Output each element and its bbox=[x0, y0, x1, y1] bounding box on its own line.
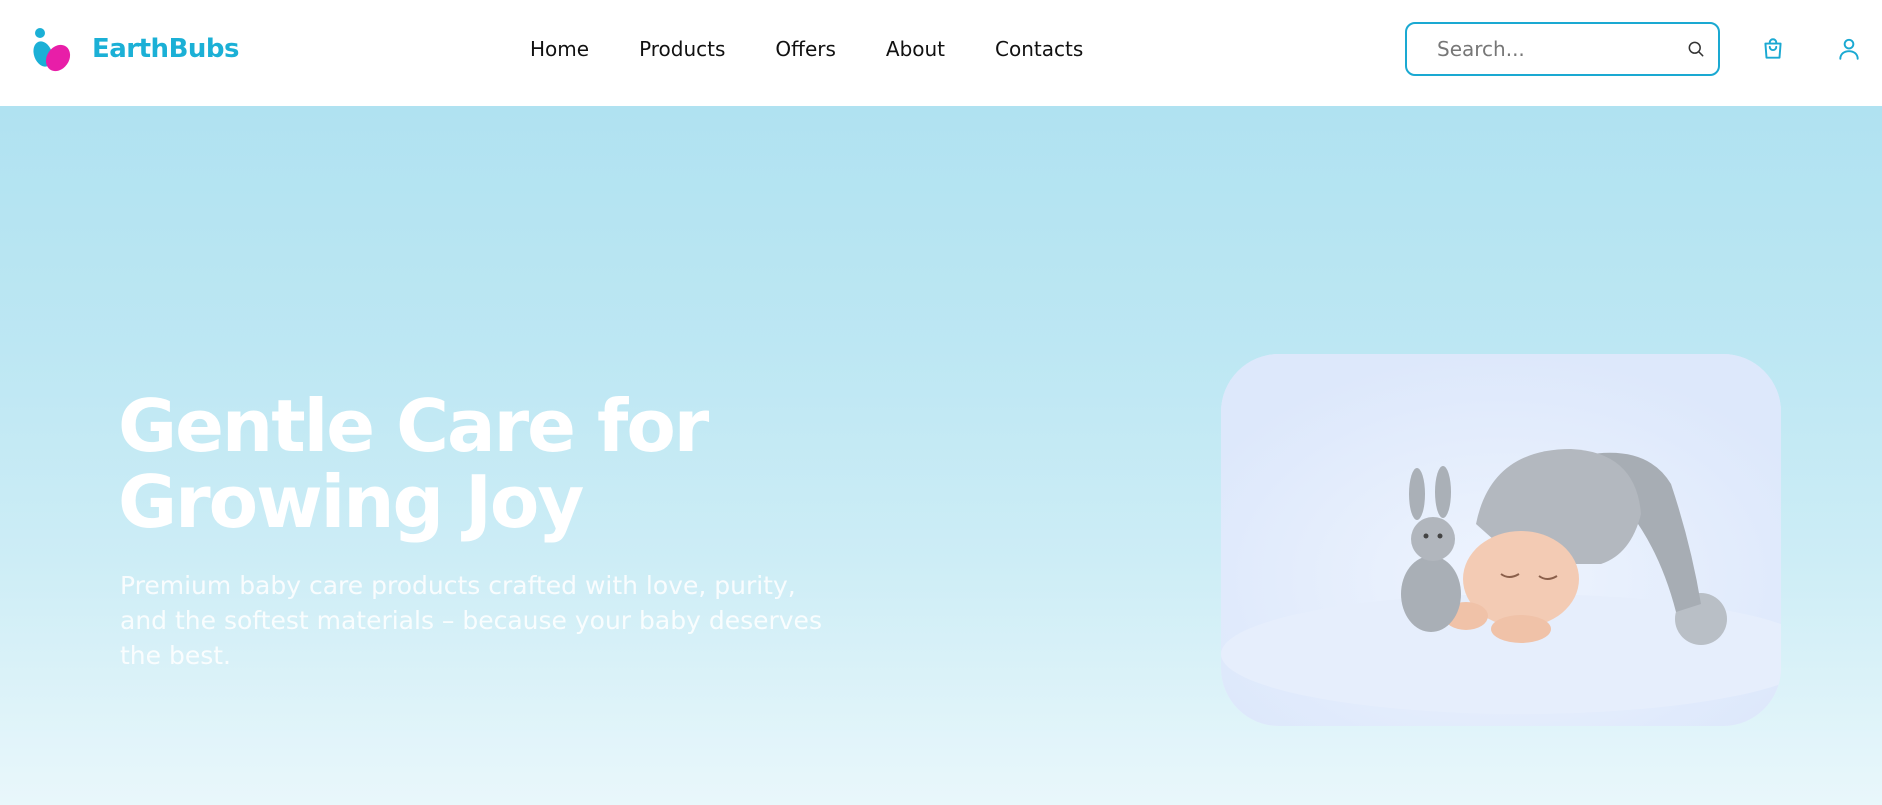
brand-name: EarthBubs bbox=[92, 34, 239, 64]
user-icon bbox=[1839, 38, 1859, 60]
brand-logo-link[interactable]: EarthBubs bbox=[32, 24, 239, 74]
sleeping-baby-image bbox=[1221, 354, 1781, 726]
nav-item-contacts[interactable]: Contacts bbox=[995, 37, 1083, 61]
nav-item-about[interactable]: About bbox=[886, 37, 945, 61]
site-header: EarthBubs Home Products Offers About Con… bbox=[0, 0, 1882, 106]
main-nav: Home Products Offers About Contacts bbox=[530, 34, 1083, 64]
cart-button[interactable] bbox=[1758, 34, 1788, 64]
nav-item-home[interactable]: Home bbox=[530, 37, 589, 61]
search-box bbox=[1405, 22, 1720, 76]
hero-image bbox=[1221, 354, 1781, 726]
nav-item-products[interactable]: Products bbox=[639, 37, 725, 61]
hero-section: Gentle Care for Growing Joy Premium baby… bbox=[0, 106, 1882, 805]
earthbubs-logo-icon bbox=[33, 28, 71, 72]
hero-subtitle: Premium baby care products crafted with … bbox=[120, 571, 822, 670]
hero-title: Gentle Care for Growing Joy bbox=[118, 384, 709, 544]
search-icon[interactable] bbox=[1686, 37, 1706, 61]
shopping-bag-icon bbox=[1764, 38, 1782, 59]
user-account-button[interactable] bbox=[1834, 34, 1864, 64]
nav-item-offers[interactable]: Offers bbox=[775, 37, 835, 61]
search-input[interactable] bbox=[1437, 37, 1686, 61]
